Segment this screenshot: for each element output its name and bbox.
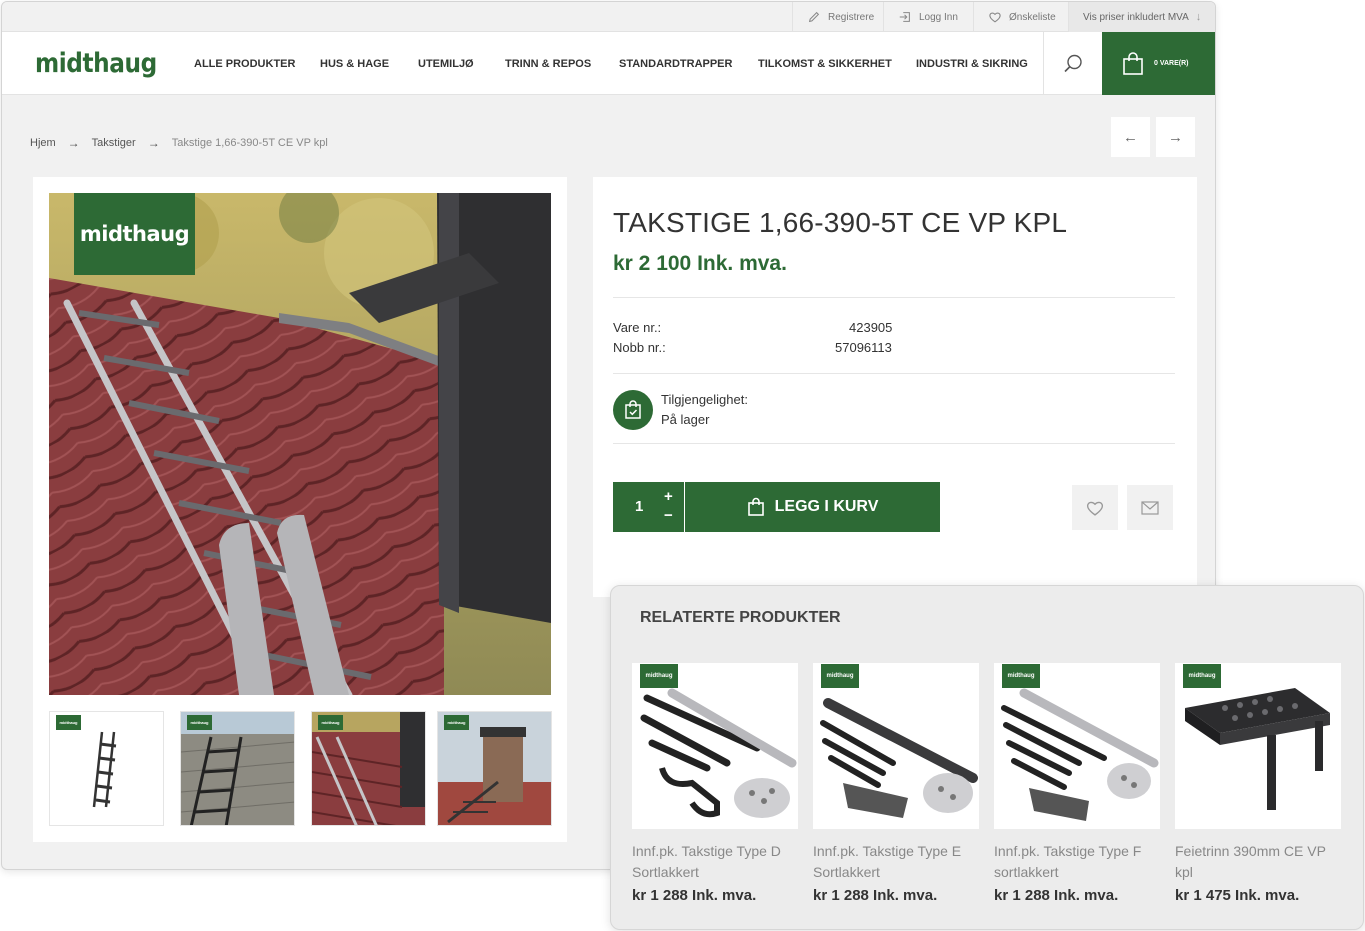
login-link[interactable]: Logg Inn xyxy=(883,2,972,32)
related-products-title: RELATERTE PRODUKTER xyxy=(640,609,841,626)
pencil-icon xyxy=(808,11,820,23)
add-to-cart-button[interactable]: LEGG I KURV xyxy=(685,482,940,532)
register-link[interactable]: Registrere xyxy=(792,2,888,32)
arrow-down-icon: ↓ xyxy=(1195,11,1202,23)
related-badge: midthaug xyxy=(640,664,678,688)
nav-item-utemiljo[interactable]: UTEMILJØ xyxy=(418,32,474,95)
quantity-increase-button[interactable]: + xyxy=(664,488,673,505)
breadcrumb-current: Takstige 1,66-390-5T CE VP kpl xyxy=(171,137,328,149)
thumbnail-badge: midthaug xyxy=(187,715,212,730)
bag-icon xyxy=(1123,51,1143,75)
bag-icon xyxy=(747,497,764,516)
thumbnail-badge: midthaug xyxy=(444,715,469,730)
prev-product-button[interactable]: ← xyxy=(1111,117,1150,157)
thumbnail-badge: midthaug xyxy=(318,715,343,730)
cart-count: 0 VARE(R) xyxy=(1154,60,1189,67)
heart-icon xyxy=(989,12,1001,23)
wishlist-label: Ønskeliste xyxy=(1009,11,1056,23)
thumbnail-badge: midthaug xyxy=(56,715,81,730)
arrow-right-icon: → xyxy=(147,136,160,150)
product-price: kr 2 100 Ink. mva. xyxy=(613,252,787,275)
nav-item-industri-sikring[interactable]: INDUSTRI & SIKRING xyxy=(916,32,1028,95)
related-product-image-3[interactable]: midthaug xyxy=(994,663,1160,829)
nobb-label: Nobb nr.: xyxy=(613,340,666,355)
vat-label: Vis priser inkludert MVA xyxy=(1083,11,1189,23)
wishlist-link[interactable]: Ønskeliste xyxy=(973,2,1070,32)
related-product-price-3: kr 1 288 Ink. mva. xyxy=(994,887,1119,904)
wishlist-button[interactable] xyxy=(1072,485,1118,530)
shopping-bag-check-icon xyxy=(613,390,653,430)
arrow-right-icon: → xyxy=(67,136,80,150)
divider xyxy=(613,297,1175,298)
brand-badge: midthaug xyxy=(74,193,195,275)
related-product-name-3[interactable]: Innf.pk. Takstige Type F sortlakkert xyxy=(994,841,1164,883)
sku-label: Vare nr.: xyxy=(613,320,662,335)
related-product-name-2[interactable]: Innf.pk. Takstige Type E Sortlakkert xyxy=(813,841,983,883)
main-product-image[interactable]: midthaug xyxy=(49,193,551,695)
thumbnail-3[interactable]: midthaug xyxy=(311,711,426,826)
availability-status: På lager xyxy=(661,412,710,427)
nav-item-hus-hage[interactable]: HUS & HAGE xyxy=(320,32,389,95)
thumbnail-2[interactable]: midthaug xyxy=(180,711,295,826)
related-products-panel: RELATERTE PRODUKTER midthaug midthaug mi… xyxy=(610,585,1364,930)
next-product-button[interactable]: → xyxy=(1156,117,1195,157)
search-icon xyxy=(1064,54,1082,72)
quantity-stepper[interactable]: 1 + − xyxy=(613,482,684,532)
related-product-price-4: kr 1 475 Ink. mva. xyxy=(1175,887,1300,904)
site-logo[interactable]: midthaug xyxy=(35,48,157,79)
related-product-price-1: kr 1 288 Ink. mva. xyxy=(632,887,757,904)
add-to-cart-label: LEGG I KURV xyxy=(774,498,879,515)
mail-icon xyxy=(1141,500,1159,515)
related-product-image-4[interactable]: midthaug xyxy=(1175,663,1341,829)
related-product-image-1[interactable]: midthaug xyxy=(632,663,798,829)
arrow-left-icon: ← xyxy=(1123,128,1138,146)
product-info-panel: TAKSTIGE 1,66-390-5T CE VP KPL kr 2 100 … xyxy=(593,177,1197,597)
email-share-button[interactable] xyxy=(1127,485,1173,530)
arrow-right-icon: → xyxy=(1168,128,1183,146)
nav-item-trinn-repos[interactable]: TRINN & REPOS xyxy=(505,32,591,95)
vat-toggle[interactable]: Vis priser inkludert MVA ↓ xyxy=(1068,2,1215,32)
related-product-name-1[interactable]: Innf.pk. Takstige Type D Sortlakkert xyxy=(632,841,802,883)
availability-label: Tilgjengelighet: xyxy=(661,392,748,407)
quantity-decrease-button[interactable]: − xyxy=(664,507,673,524)
nav-item-alle-produkter[interactable]: ALLE PRODUKTER xyxy=(194,32,295,95)
sku-value: 423905 xyxy=(849,320,893,335)
thumbnail-4[interactable]: midthaug xyxy=(437,711,552,826)
related-product-image-2[interactable]: midthaug xyxy=(813,663,979,829)
product-gallery: midthaug midthaug midthaug midthaug midt… xyxy=(33,177,567,842)
login-label: Logg Inn xyxy=(919,11,958,23)
thumbnail-1[interactable]: midthaug xyxy=(49,711,164,826)
divider xyxy=(613,373,1175,374)
related-product-price-2: kr 1 288 Ink. mva. xyxy=(813,887,938,904)
related-badge: midthaug xyxy=(821,664,859,688)
utility-bar: Registrere Logg Inn Ønskeliste Vis prise… xyxy=(2,2,1215,32)
nobb-value: 57096113 xyxy=(835,340,892,355)
related-badge: midthaug xyxy=(1002,664,1040,688)
register-label: Registrere xyxy=(828,11,875,23)
related-badge: midthaug xyxy=(1183,664,1221,688)
search-button[interactable] xyxy=(1043,32,1102,95)
breadcrumb-category[interactable]: Takstiger xyxy=(92,137,136,149)
divider xyxy=(613,443,1175,444)
product-title: TAKSTIGE 1,66-390-5T CE VP KPL xyxy=(613,207,1068,238)
nav-item-standardtrapper[interactable]: STANDARDTRAPPER xyxy=(619,32,732,95)
nav-item-tilkomst-sikkerhet[interactable]: TILKOMST & SIKKERHET xyxy=(758,32,892,95)
breadcrumb-home[interactable]: Hjem xyxy=(30,137,56,149)
breadcrumb: Hjem → Takstiger → Takstige 1,66-390-5T … xyxy=(30,136,328,150)
login-icon xyxy=(899,12,910,22)
related-product-name-4[interactable]: Feietrinn 390mm CE VP kpl xyxy=(1175,841,1345,883)
cart-button[interactable]: 0 VARE(R) xyxy=(1102,32,1215,95)
heart-icon xyxy=(1086,501,1104,516)
site-header: midthaug ALLE PRODUKTER HUS & HAGE UTEMI… xyxy=(2,32,1215,95)
quantity-value[interactable]: 1 xyxy=(635,498,643,515)
